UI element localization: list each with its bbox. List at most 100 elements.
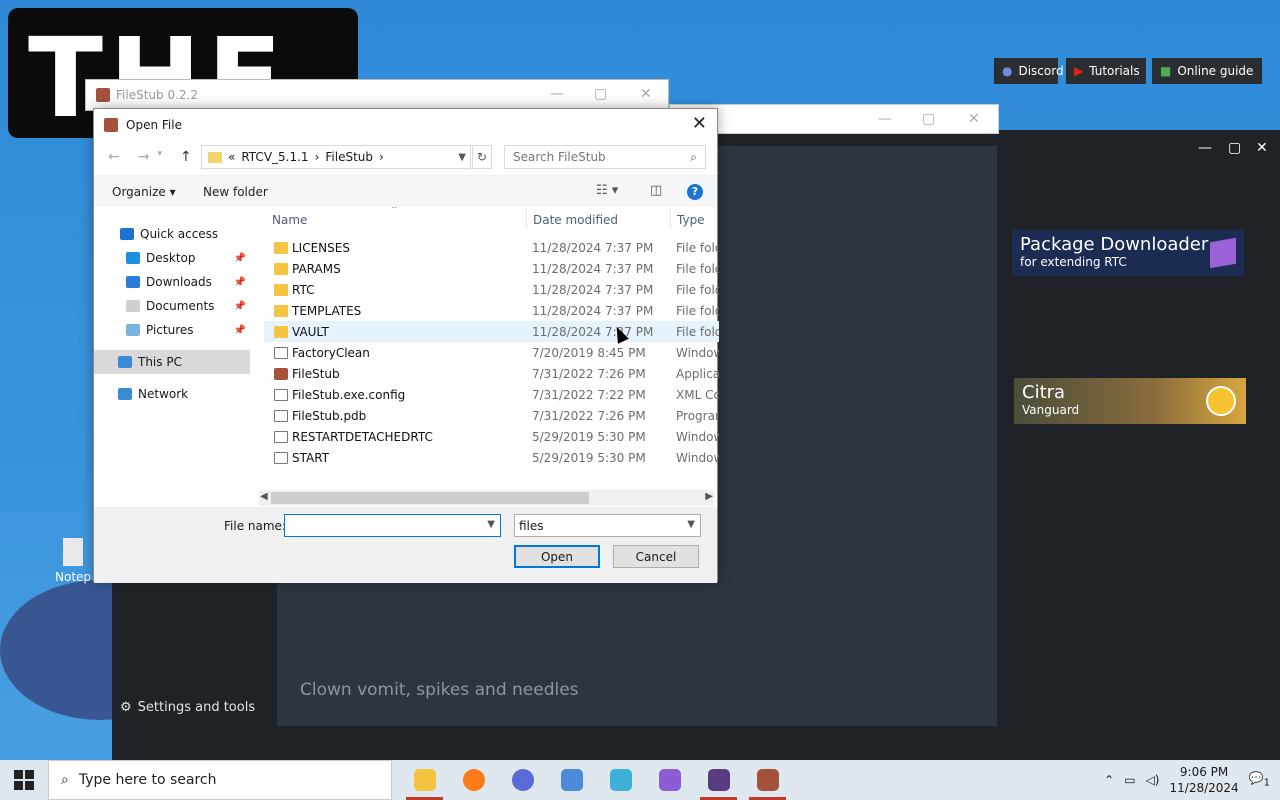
taskbar-app3[interactable] xyxy=(498,760,547,800)
minimize-button[interactable]: — xyxy=(878,111,892,127)
dialog-title: Open File xyxy=(104,118,182,132)
file-row-rtc[interactable]: RTC11/28/2024 7:37 PMFile folder xyxy=(264,279,719,300)
nav-documents[interactable]: Documents 📌 xyxy=(94,294,250,318)
desktop-icon-notepad[interactable]: Notep xyxy=(55,538,91,584)
file-row-restartdetachedrtc[interactable]: RESTARTDETACHEDRTC 5/29/2019 5:30 PM Windo… xyxy=(264,426,719,447)
file-row-config[interactable]: FileStub.exe.config 7/31/2022 7:22 PM XML … xyxy=(264,384,719,405)
file-row-params[interactable]: PARAMS11/28/2024 7:37 PMFile folder xyxy=(264,258,719,279)
network-icon[interactable]: ▭ xyxy=(1124,773,1135,787)
taskbar-explorer[interactable] xyxy=(400,760,449,800)
citra-card[interactable]: Citra Vanguard xyxy=(1014,378,1246,424)
taskbar-firefox[interactable] xyxy=(449,760,498,800)
maximize-button[interactable]: ▢ xyxy=(594,86,607,102)
tutorials-button[interactable]: ▶ Tutorials xyxy=(1066,58,1146,84)
file-name-input[interactable]: ▼ xyxy=(284,514,501,537)
folder-icon xyxy=(274,304,288,317)
rtc-icon xyxy=(707,769,730,791)
app-icon xyxy=(511,769,534,791)
column-date-modified[interactable]: Date modified xyxy=(533,213,618,227)
scroll-right-icon[interactable]: ▶ xyxy=(705,491,713,502)
pin-icon: 📌 xyxy=(233,252,246,264)
up-arrow-icon[interactable]: ↑ xyxy=(180,149,192,165)
organize-button[interactable]: Organize ▾ xyxy=(112,185,176,199)
firefox-icon xyxy=(462,769,485,791)
nav-quick-access[interactable]: Quick access xyxy=(94,222,250,246)
pin-icon: 📌 xyxy=(233,324,246,336)
clock[interactable]: 9:06 PM 11/28/2024 xyxy=(1170,764,1239,796)
discord-button[interactable]: ● Discord xyxy=(994,58,1064,84)
folder-icon xyxy=(274,283,288,296)
maximize-button[interactable]: ▢ xyxy=(922,111,935,127)
notification-icon[interactable]: 💬1 xyxy=(1249,771,1270,788)
citra-icon xyxy=(1206,386,1236,416)
nav-downloads[interactable]: Downloads 📌 xyxy=(94,270,250,294)
file-row-start[interactable]: START5/29/2019 5:30 PMWindows xyxy=(264,447,719,468)
folder-icon xyxy=(413,769,436,791)
taskbar-app4[interactable] xyxy=(547,760,596,800)
taskbar-app5[interactable] xyxy=(596,760,645,800)
close-button[interactable]: ✕ xyxy=(640,86,652,102)
taskbar-app6[interactable] xyxy=(645,760,694,800)
folder-icon xyxy=(208,151,222,163)
file-type-select[interactable]: files ▼ xyxy=(514,514,701,537)
new-folder-button[interactable]: New folder xyxy=(203,185,268,199)
chevron-down-icon[interactable]: ▼ xyxy=(487,519,495,530)
recent-dropdown-icon[interactable]: ▾ xyxy=(157,149,162,165)
breadcrumb-rtcv[interactable]: RTCV_5.1.1 xyxy=(241,150,308,164)
minimize-button[interactable]: — xyxy=(550,86,564,102)
volume-icon[interactable]: ◁) xyxy=(1146,773,1160,787)
file-row-vault[interactable]: VAULT11/28/2024 7:37 PMFile folder xyxy=(264,321,719,342)
scroll-left-icon[interactable]: ◀ xyxy=(260,491,268,502)
search-input[interactable]: Search FileStub ⌕ xyxy=(504,145,706,169)
start-button[interactable] xyxy=(14,770,34,790)
settings-button[interactable]: ⚙ Settings and tools xyxy=(120,700,255,715)
breadcrumb-filestub[interactable]: FileStub xyxy=(325,150,373,164)
batch-file-icon xyxy=(274,451,288,464)
online-guide-button[interactable]: ■ Online guide xyxy=(1152,58,1262,84)
dialog-footer: File name: ▼ files ▼ Open Cancel xyxy=(94,507,717,583)
folder-icon xyxy=(274,241,288,254)
forward-arrow-icon[interactable]: → xyxy=(138,149,150,165)
close-button[interactable]: ✕ xyxy=(692,113,707,134)
nav-network[interactable]: Network xyxy=(94,382,250,406)
chevron-down-icon[interactable]: ▼ xyxy=(458,152,466,163)
package-downloader-card[interactable]: Package Downloader for extending RTC xyxy=(1012,230,1244,276)
guide-icon: ■ xyxy=(1160,64,1172,78)
scrollbar-thumb[interactable] xyxy=(271,492,589,504)
address-bar[interactable]: « RTCV_5.1.1 › FileStub › ▼ xyxy=(201,145,471,169)
folder-icon xyxy=(274,325,288,338)
nav-pictures[interactable]: Pictures 📌 xyxy=(94,318,250,342)
file-row-filestub[interactable]: FileStub7/31/2022 7:26 PMApplication xyxy=(264,363,719,384)
cancel-button[interactable]: Cancel xyxy=(613,545,699,568)
column-name[interactable]: Name xyxy=(272,213,307,227)
back-arrow-icon[interactable]: ← xyxy=(108,149,120,165)
close-button[interactable]: ✕ xyxy=(968,111,980,127)
file-row-licenses[interactable]: LICENSES11/28/2024 7:37 PMFile folder xyxy=(264,237,719,258)
view-options-icon[interactable]: ☷ ▾ xyxy=(596,183,618,198)
file-row-factoryclean[interactable]: FactoryClean7/20/2019 8:45 PMWindows xyxy=(264,342,719,363)
column-type[interactable]: Type xyxy=(677,213,705,227)
file-row-templates[interactable]: TEMPLATES11/28/2024 7:37 PMFile folder xyxy=(264,300,719,321)
chevron-up-icon[interactable]: ⌃ xyxy=(1104,773,1114,787)
refresh-button[interactable]: ↻ xyxy=(472,145,492,169)
nav-this-pc[interactable]: This PC xyxy=(94,350,250,374)
taskbar-search[interactable]: ⌕ Type here to search xyxy=(48,760,392,800)
batch-file-icon xyxy=(274,430,288,443)
horizontal-scrollbar[interactable]: ◀ ▶ xyxy=(259,490,714,506)
file-list: Name ⌃ Date modified Type LICENSES 11/28/… xyxy=(264,207,719,497)
close-button[interactable]: ✕ xyxy=(1256,140,1268,156)
preview-pane-icon[interactable]: ◫ xyxy=(650,183,662,198)
filestub-icon xyxy=(96,88,110,102)
nav-desktop[interactable]: Desktop 📌 xyxy=(94,246,250,270)
taskbar-rtc[interactable] xyxy=(694,760,743,800)
taskbar: ⌕ Type here to search ⌃ ▭ ◁) 9:06 PM 11/… xyxy=(0,760,1280,800)
maximize-button[interactable]: ▢ xyxy=(1228,140,1241,156)
help-icon[interactable]: ? xyxy=(687,184,703,200)
app-icon xyxy=(658,769,681,791)
taskbar-filestub[interactable] xyxy=(743,760,792,800)
download-icon xyxy=(126,276,140,288)
minimize-button[interactable]: — xyxy=(1198,140,1212,156)
open-button[interactable]: Open xyxy=(514,545,600,568)
file-row-pdb[interactable]: FileStub.pdb7/31/2022 7:26 PMProgram xyxy=(264,405,719,426)
app-icon xyxy=(609,769,632,791)
